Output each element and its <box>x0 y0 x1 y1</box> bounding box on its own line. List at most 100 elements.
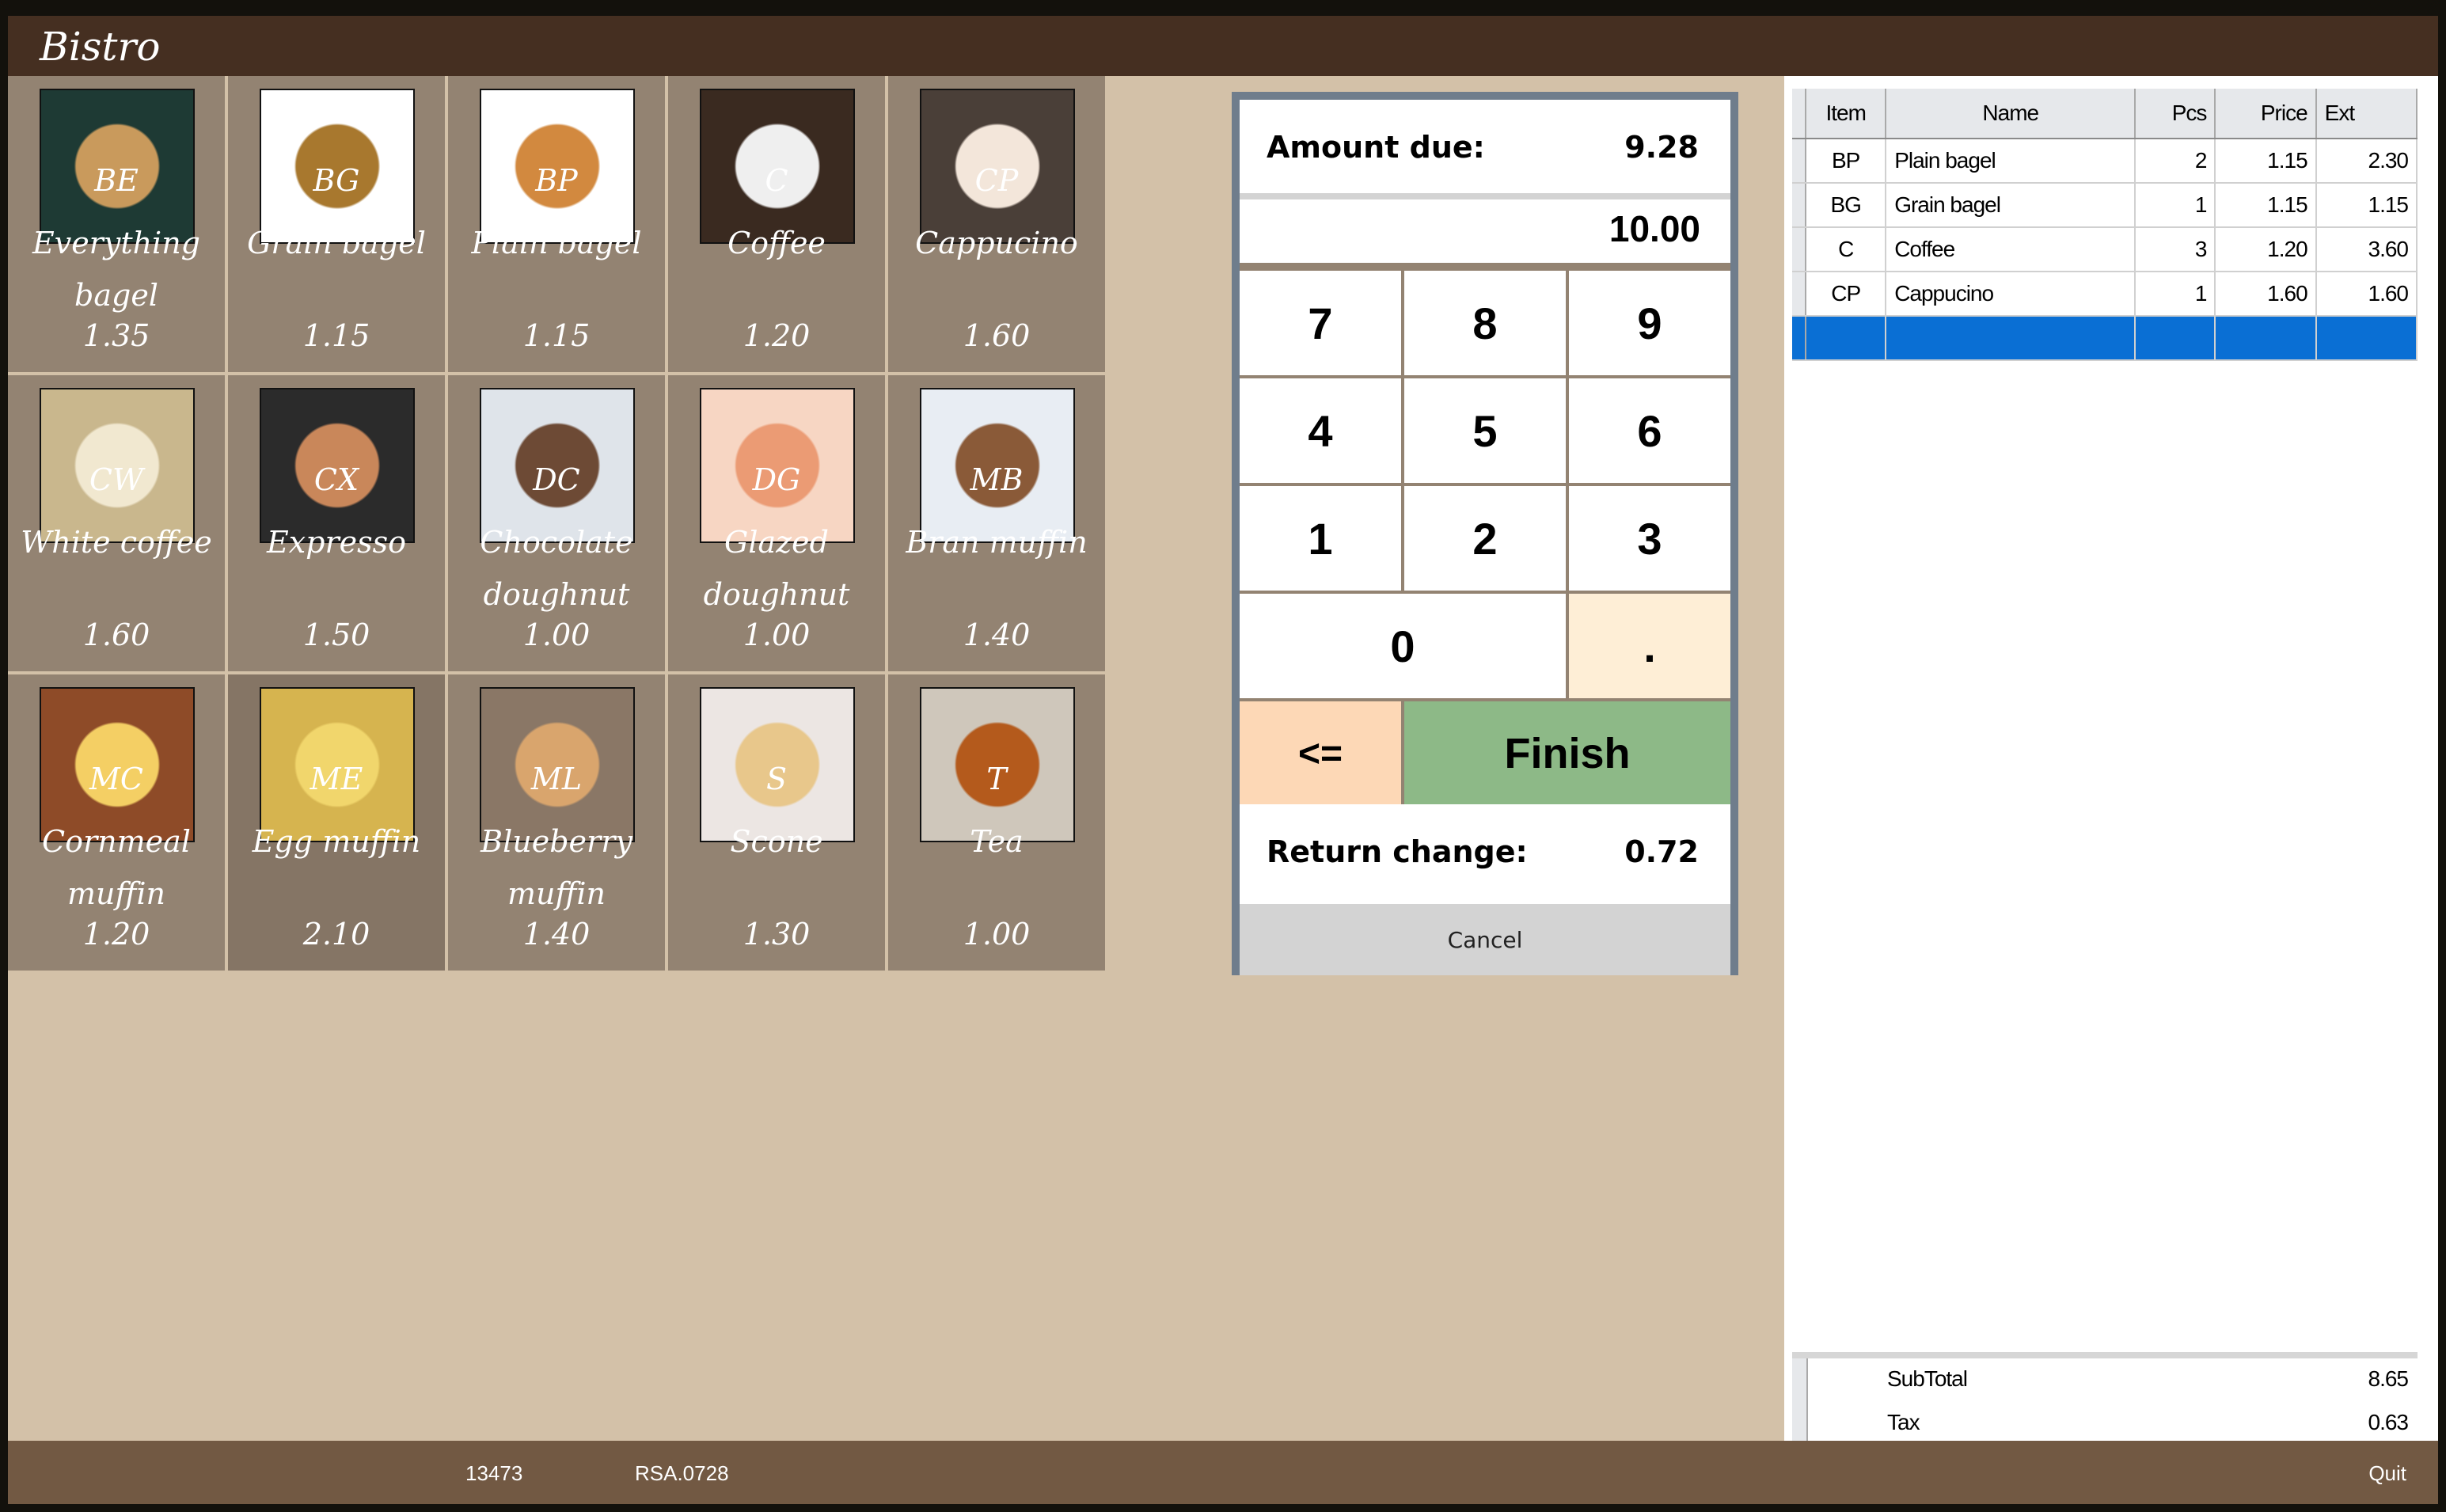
key-5[interactable]: 5 <box>1404 378 1566 483</box>
cell-ext: 1.60 <box>2315 272 2418 317</box>
table-row[interactable]: C Coffee 3 1.20 3.60 <box>1792 227 2418 272</box>
product-name: Cornmeal muffin <box>42 824 191 911</box>
tendered-amount-value: 10.00 <box>1609 208 1700 249</box>
product-tile-bp[interactable]: BP Plain bagel 1.15 <box>448 76 668 375</box>
product-price: 1.00 <box>963 917 1031 952</box>
product-tile-mc[interactable]: MC Cornmeal muffin 1.20 <box>8 674 228 974</box>
product-price: 1.50 <box>302 617 370 652</box>
row-header[interactable] <box>1792 183 1807 228</box>
product-name: Grain bagel <box>247 226 426 260</box>
product-tile-t[interactable]: T Tea 1.00 <box>888 674 1108 974</box>
product-code: S <box>765 762 788 796</box>
product-tile-cx[interactable]: CX Expresso 1.50 <box>228 375 448 674</box>
product-price: 1.00 <box>522 617 591 652</box>
tax-row: Tax 0.63 <box>1792 1402 2418 1446</box>
key-9[interactable]: 9 <box>1569 271 1730 375</box>
product-name: Scone <box>730 824 823 859</box>
column-item[interactable]: Item <box>1806 89 1887 139</box>
column-price[interactable]: Price <box>2215 89 2317 139</box>
row-header[interactable] <box>1792 272 1807 317</box>
cell-pcs: 1 <box>2135 272 2216 317</box>
cell-price: 1.20 <box>2215 227 2317 272</box>
product-tile-be[interactable]: BE Everything bagel 1.35 <box>8 76 228 375</box>
product-tile-cw[interactable]: CW White coffee 1.60 <box>8 375 228 674</box>
key-3[interactable]: 3 <box>1569 486 1730 591</box>
return-change-value: 0.72 <box>1624 834 1699 869</box>
key-8[interactable]: 8 <box>1404 271 1566 375</box>
tax-value: 0.63 <box>2368 1410 2409 1434</box>
row-header[interactable] <box>1792 227 1807 272</box>
empty-cell[interactable] <box>1806 316 1887 361</box>
product-code: CX <box>313 462 359 497</box>
cell-name: Grain bagel <box>1886 183 2136 228</box>
quit-button[interactable]: Quit <box>2368 1461 2406 1486</box>
backspace-button[interactable]: <= <box>1240 701 1401 806</box>
product-tile-cp[interactable]: CP Cappucino 1.60 <box>888 76 1108 375</box>
empty-cell[interactable] <box>2135 316 2216 361</box>
return-change-label: Return change: <box>1267 834 1528 869</box>
empty-cell[interactable] <box>1792 316 1807 361</box>
product-tile-mb[interactable]: MB Bran muffin 1.40 <box>888 375 1108 674</box>
table-row[interactable]: BP Plain bagel 2 1.15 2.30 <box>1792 139 2418 184</box>
status-field-2: RSA.0728 <box>635 1461 729 1485</box>
product-price: 1.40 <box>522 917 591 952</box>
product-code: T <box>986 762 1007 796</box>
product-name: Cappucino <box>915 226 1078 260</box>
key-1[interactable]: 1 <box>1240 486 1401 591</box>
product-name: Glazed doughnut <box>703 525 850 612</box>
subtotal-value: 8.65 <box>2368 1366 2409 1391</box>
product-price: 1.35 <box>82 318 150 353</box>
key-2[interactable]: 2 <box>1404 486 1566 591</box>
product-price: 1.00 <box>743 617 811 652</box>
product-code: MB <box>970 462 1024 497</box>
cell-name: Cappucino <box>1886 272 2136 317</box>
product-name: Chocolate doughnut <box>480 525 633 612</box>
product-name: White coffee <box>21 525 212 560</box>
empty-cell[interactable] <box>2215 316 2317 361</box>
product-code: ME <box>310 762 363 796</box>
order-grid[interactable]: Item Name Pcs Price Ext BP Plain bagel 2 1.… <box>1792 89 2418 361</box>
product-price: 1.30 <box>743 917 811 952</box>
cell-price: 1.15 <box>2215 139 2317 184</box>
empty-cell[interactable] <box>1886 316 2136 361</box>
product-tile-me[interactable]: ME Egg muffin 2.10 <box>228 674 448 974</box>
column-name[interactable]: Name <box>1886 89 2136 139</box>
amount-due-row: Amount due: 9.28 <box>1240 100 1730 193</box>
product-price: 1.40 <box>963 617 1031 652</box>
cancel-button[interactable]: Cancel <box>1240 904 1730 975</box>
product-price: 1.15 <box>302 318 370 353</box>
key-decimal[interactable]: . <box>1569 594 1730 698</box>
empty-cell[interactable] <box>2315 316 2418 361</box>
tendered-amount-field[interactable]: 10.00 <box>1240 199 1730 263</box>
cell-name: Coffee <box>1886 227 2136 272</box>
cell-ext: 1.15 <box>2315 183 2418 228</box>
product-code: MC <box>89 762 143 796</box>
return-change-row: Return change: 0.72 <box>1240 804 1730 904</box>
cell-pcs: 3 <box>2135 227 2216 272</box>
cell-item: BP <box>1806 139 1887 184</box>
product-name: Bran muffin <box>906 525 1088 560</box>
product-price: 1.15 <box>522 318 591 353</box>
new-row-selected[interactable] <box>1792 316 2418 361</box>
finish-button[interactable]: Finish <box>1404 701 1730 806</box>
key-6[interactable]: 6 <box>1569 378 1730 483</box>
product-tile-ml[interactable]: ML Blueberry muffin 1.40 <box>448 674 668 974</box>
product-tile-c[interactable]: C Coffee 1.20 <box>668 76 888 375</box>
key-7[interactable]: 7 <box>1240 271 1401 375</box>
product-tile-bg[interactable]: BG Grain bagel 1.15 <box>228 76 448 375</box>
key-4[interactable]: 4 <box>1240 378 1401 483</box>
product-code: BE <box>94 163 139 198</box>
table-row[interactable]: BG Grain bagel 1 1.15 1.15 <box>1792 183 2418 228</box>
product-code: BG <box>313 163 360 198</box>
key-0[interactable]: 0 <box>1240 594 1566 698</box>
column-ext[interactable]: Ext <box>2315 89 2418 139</box>
column-pcs[interactable]: Pcs <box>2135 89 2216 139</box>
row-header[interactable] <box>1792 139 1807 184</box>
divider <box>1240 193 1730 199</box>
table-row[interactable]: CP Cappucino 1 1.60 1.60 <box>1792 272 2418 317</box>
product-tile-dg[interactable]: DG Glazed doughnut 1.00 <box>668 375 888 674</box>
product-name: Tea <box>970 824 1024 859</box>
product-tile-dc[interactable]: DC Chocolate doughnut 1.00 <box>448 375 668 674</box>
product-price: 1.20 <box>743 318 811 353</box>
product-tile-s[interactable]: S Scone 1.30 <box>668 674 888 974</box>
